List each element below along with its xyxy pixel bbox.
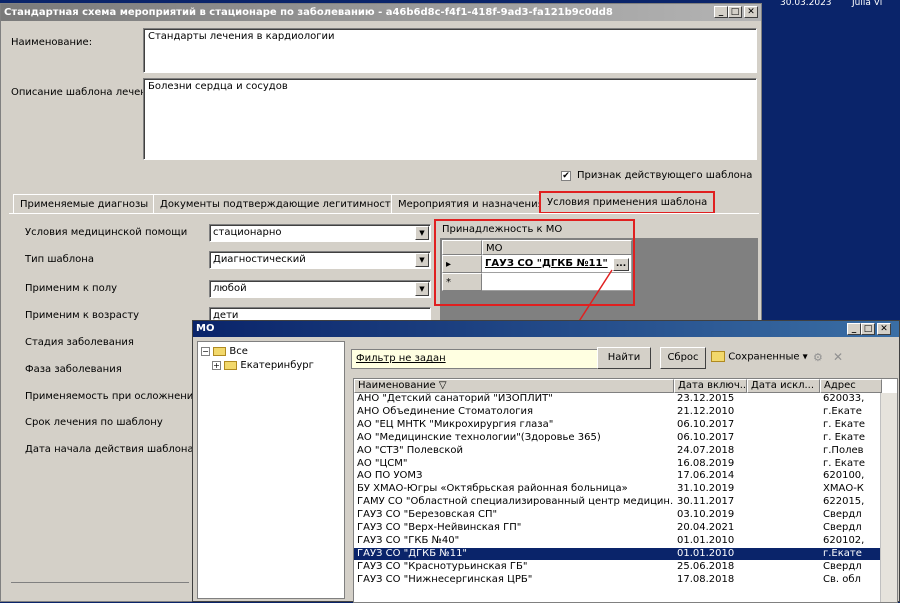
table-cell-name: ГАУЗ СО "ГКБ №40"	[357, 534, 460, 546]
table-cell-name: ГАМУ СО "Областной специализированный це…	[357, 496, 674, 508]
table-row[interactable]: ГАУЗ СО "Березовская СП" 03.10.2019 Свердл	[354, 509, 882, 521]
table-row[interactable]: ГАМУ СО "Областной специализированный це…	[354, 496, 882, 508]
table-cell-addr: Св. обл	[823, 573, 861, 585]
table-cell-name: ГАУЗ СО "ДГКБ №11"	[357, 547, 468, 559]
table-cell-addr: Свердл	[823, 560, 862, 572]
table-row[interactable]: АО "ЦСМ" 16.08.2019 г. Екате	[354, 458, 882, 470]
table-cell-addr: г. Екате	[823, 431, 866, 443]
table-row[interactable]: АО "Медицинские технологии"(Здоровье 365…	[354, 432, 882, 444]
table-row[interactable]: АНО Объединение Стоматология 21.12.2010 г.…	[354, 406, 882, 418]
table-cell-date: 17.08.2018	[677, 573, 735, 585]
table-cell-date: 20.04.2021	[677, 522, 735, 533]
table-cell-date: 01.01.2010	[677, 547, 735, 559]
table-cell-name: ГАУЗ СО "Краснотурьинская ГБ"	[357, 560, 528, 572]
filter-settings-icon[interactable]: ⚙	[813, 351, 823, 364]
list-scrollbar[interactable]	[880, 393, 897, 602]
table-cell-addr: г.Екате	[823, 405, 862, 417]
table-cell-addr: г.Полев	[823, 444, 864, 456]
table-row[interactable]: ГАУЗ СО "ГКБ №40" 01.01.2010 620102,	[354, 535, 882, 547]
popup-maximize-button[interactable]: □	[861, 323, 875, 335]
table-cell-date: 24.07.2018	[677, 444, 735, 456]
saved-filters-button[interactable]: Сохраненные ▾	[711, 351, 808, 363]
table-cell-name: БУ ХМАО-Югры «Октябрьская районная больн…	[357, 483, 628, 495]
table-cell-date: 03.10.2019	[677, 509, 735, 521]
popup-titlebar[interactable]: МО	[193, 321, 899, 337]
table-cell-addr: Свердл	[823, 522, 862, 533]
tree-node-root[interactable]: − Все	[201, 346, 248, 357]
clear-filter-icon[interactable]: ✕	[833, 350, 843, 364]
table-row[interactable]: АНО "Детский санаторий "ИЗОПЛИТ" 23.12.20…	[354, 393, 882, 405]
popup-close-button[interactable]: ✕	[877, 323, 891, 335]
table-cell-date: 25.06.2018	[677, 560, 735, 572]
popup-minimize-button[interactable]: _	[847, 323, 861, 335]
folder-open-icon	[711, 351, 725, 362]
table-row[interactable]: АО "СТЗ" Полевской 24.07.2018 г.Полев	[354, 445, 882, 457]
table-cell-date: 23.12.2015	[677, 393, 735, 404]
find-button[interactable]: Найти	[597, 347, 651, 369]
table-cell-name: АНО Объединение Стоматология	[357, 405, 533, 417]
table-row[interactable]: БУ ХМАО-Югры «Октябрьская районная больн…	[354, 483, 882, 495]
table-cell-date: 06.10.2017	[677, 418, 735, 430]
table-cell-addr: Свердл	[823, 509, 862, 521]
table-row[interactable]: АО ПО УОМЗ 17.06.2014 620100,	[354, 470, 882, 482]
table-cell-name: АО ПО УОМЗ	[357, 470, 423, 482]
mo-popup: МО _ □ ✕ − Все + Екатеринбург Фильтр не …	[192, 320, 900, 603]
table-cell-name: АО "ЕЦ МНТК "Микрохирургия глаза"	[357, 418, 554, 430]
column-header-date-out[interactable]: Дата искл...	[747, 379, 820, 393]
popup-title: МО	[196, 323, 215, 334]
table-cell-addr: г. Екате	[823, 418, 866, 430]
table-cell-name: АО "Медицинские технологии"(Здоровье 365…	[357, 431, 601, 443]
mo-tree: − Все + Екатеринбург	[197, 341, 345, 599]
saved-filters-label: Сохраненные ▾	[728, 351, 808, 363]
table-row[interactable]: ГАУЗ СО "ДГКБ №11" 01.01.2010 г.Екате	[354, 547, 882, 560]
reset-button[interactable]: Сброс	[660, 347, 706, 369]
expand-icon[interactable]: +	[212, 360, 221, 370]
table-cell-name: ГАУЗ СО "Березовская СП"	[357, 509, 498, 521]
table-cell-date: 06.10.2017	[677, 431, 735, 443]
table-cell-name: АО "СТЗ" Полевской	[357, 444, 464, 456]
folder-icon	[213, 346, 227, 356]
table-cell-addr: 620033,	[823, 393, 865, 404]
filter-bar[interactable]: Фильтр не задан	[351, 349, 599, 369]
table-cell-name: АО "ЦСМ"	[357, 457, 408, 469]
column-label: Адрес	[824, 380, 856, 391]
collapse-icon[interactable]: −	[201, 346, 210, 356]
table-cell-name: АНО "Детский санаторий "ИЗОПЛИТ"	[357, 393, 553, 404]
table-cell-date: 31.10.2019	[677, 483, 735, 495]
tree-node-child[interactable]: + Екатеринбург	[212, 360, 314, 371]
table-cell-name: ГАУЗ СО "Нижнесергинская ЦРБ"	[357, 573, 533, 585]
filter-text: Фильтр не задан	[356, 353, 446, 364]
column-header-date-in[interactable]: Дата включ...	[674, 379, 747, 393]
table-cell-date: 16.08.2019	[677, 457, 735, 469]
table-row[interactable]: ГАУЗ СО "Нижнесергинская ЦРБ" 17.08.2018 С…	[354, 574, 882, 586]
table-cell-addr: 620100,	[823, 470, 865, 482]
column-label: Дата искл...	[751, 380, 815, 391]
table-cell-date: 21.12.2010	[677, 405, 735, 417]
column-label: Наименование ▽	[358, 380, 447, 391]
column-header-address[interactable]: Адрес	[820, 379, 882, 393]
table-cell-addr: г. Екате	[823, 457, 866, 469]
table-row[interactable]: АО "ЕЦ МНТК "Микрохирургия глаза" 06.10.2…	[354, 419, 882, 431]
table-cell-name: ГАУЗ СО "Верх-Нейвинская ГП"	[357, 522, 522, 533]
table-row[interactable]: ГАУЗ СО "Краснотурьинская ГБ" 25.06.2018 С…	[354, 561, 882, 573]
tree-child-label: Екатеринбург	[240, 360, 314, 371]
table-cell-date: 17.06.2014	[677, 470, 735, 482]
tree-root-label: Все	[229, 346, 248, 357]
column-header-name[interactable]: Наименование ▽	[354, 379, 674, 393]
table-cell-date: 01.01.2010	[677, 534, 735, 546]
table-cell-addr: 620102,	[823, 534, 865, 546]
table-cell-addr: ХМАО-К	[823, 483, 864, 495]
table-row[interactable]: ГАУЗ СО "Верх-Нейвинская ГП" 20.04.2021 Св…	[354, 522, 882, 534]
folder-icon	[224, 360, 238, 370]
table-cell-date: 30.11.2017	[677, 496, 735, 508]
mo-list: Наименование ▽ Дата включ... Дата искл..…	[353, 378, 898, 603]
column-label: Дата включ...	[678, 380, 747, 391]
table-cell-addr: 622015,	[823, 496, 865, 508]
table-cell-addr: г.Екате	[823, 547, 862, 559]
